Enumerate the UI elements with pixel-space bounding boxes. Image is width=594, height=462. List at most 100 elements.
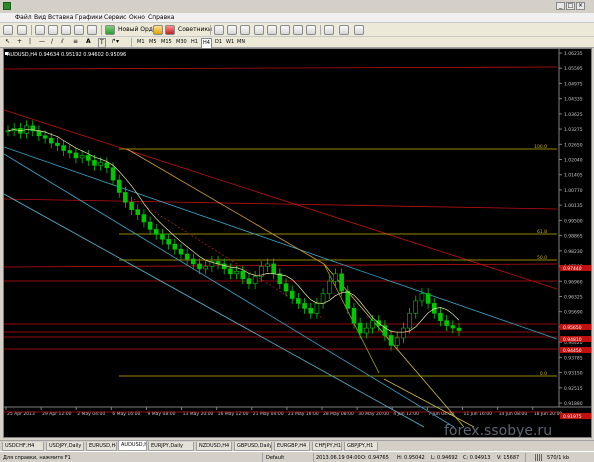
drawing-toolbar: ↖ + | — / ⫽ ≡ A T ↱▾ M1 M5 M15 M30 H1 H4… [0, 37, 594, 49]
price-label: 1.04335 [564, 97, 583, 103]
candle-body [308, 308, 314, 314]
indicators-icon[interactable] [324, 25, 334, 35]
candle-body [456, 327, 462, 331]
timeframe-mn[interactable]: MN [236, 38, 246, 47]
new-order-icon[interactable] [105, 25, 115, 35]
new-chart-icon[interactable] [3, 25, 13, 35]
status-profile[interactable]: Default [266, 454, 284, 462]
price-chart[interactable]: AUDUSD,H4 0.94634 0.95192 0.94602 0.9509… [3, 48, 592, 438]
cursor-icon[interactable]: ↖ [5, 37, 10, 47]
vertical-line-icon[interactable]: | [29, 37, 31, 47]
menu-insert[interactable]: Вставка [48, 14, 73, 22]
price-highlight-label: 0.97440 [563, 266, 582, 272]
price-label: 0.98230 [564, 249, 583, 255]
data-window-icon[interactable] [48, 25, 58, 35]
toolbar-separator [320, 25, 321, 35]
chart-header: AUDUSD,H4 0.94634 0.95192 0.94602 0.9509… [7, 52, 126, 58]
chart-tab-chfjpy-h1[interactable]: CHFJPY,H1 [312, 442, 342, 451]
crosshair-icon[interactable]: + [17, 37, 22, 47]
chart-shift-icon[interactable] [306, 25, 316, 35]
chart-tab-audusd-h4[interactable]: AUDUSD,H4 [118, 441, 147, 451]
chart-tab-usdjpy-daily[interactable]: USDJPY,Daily [46, 442, 84, 451]
zoom-out-icon[interactable] [267, 25, 277, 35]
blue-channel-line [4, 153, 455, 428]
candle-body [407, 312, 412, 329]
menu-view[interactable]: Вид [34, 14, 46, 22]
candle-body [191, 258, 196, 265]
navigator-icon[interactable] [61, 25, 71, 35]
price-highlight-label: 0.94810 [563, 337, 582, 343]
chart-canvas[interactable]: AUDUSD,H4 0.94634 0.95192 0.94602 0.9509… [4, 49, 592, 438]
menu-window[interactable]: Окно [129, 14, 145, 22]
candle-body [314, 303, 320, 314]
arrows-icon[interactable]: ↱▾ [111, 37, 119, 47]
menu-tools[interactable]: Сервис [104, 14, 126, 22]
trendline-icon[interactable]: / [51, 37, 53, 47]
market-watch-icon[interactable] [35, 25, 45, 35]
line-chart-icon[interactable] [240, 25, 250, 35]
app-icon [3, 2, 11, 10]
chart-tab-nzdusd-h4[interactable]: NZDUSD,H4 [196, 442, 232, 451]
expert-advisor-icon[interactable] [153, 25, 163, 35]
timeframe-d1[interactable]: D1 [214, 38, 223, 47]
timeframe-w1[interactable]: W1 [225, 38, 235, 47]
red-line [4, 66, 558, 70]
timeframe-m1[interactable]: M1 [136, 38, 146, 47]
price-label: 0.96960 [564, 279, 583, 285]
text-icon[interactable]: A [86, 37, 91, 47]
text-label-icon[interactable]: T [98, 38, 106, 48]
chart-header-marker [5, 52, 8, 55]
timeframe-m15[interactable]: M15 [160, 38, 173, 47]
analysis-lines [4, 66, 558, 428]
zoom-in-icon[interactable] [254, 25, 264, 35]
chart-tab-eurusd-h4[interactable]: EURUSD,H4 [86, 442, 117, 451]
candle-body [450, 325, 456, 329]
price-label: 0.98865 [564, 234, 583, 240]
channel-icon[interactable]: ⫽ [61, 37, 64, 47]
connection-icon [535, 454, 543, 461]
autotrading-icon[interactable] [165, 25, 175, 35]
close-button[interactable]: × [576, 2, 585, 10]
menu-charts[interactable]: Графики [75, 14, 103, 22]
fibonacci-icon[interactable]: ≡ [73, 37, 78, 47]
price-label: 1.00135 [564, 203, 583, 209]
autotrading-button[interactable]: Советники [178, 25, 212, 35]
status-datetime: 2013.06.19 04:00 [316, 455, 361, 461]
price-label: 1.04975 [564, 81, 583, 87]
toolbar-separator [101, 25, 102, 35]
candle-body [413, 300, 419, 314]
strategy-tester-icon[interactable] [87, 25, 97, 35]
timeframe-m30[interactable]: M30 [175, 38, 188, 47]
maximize-button[interactable]: □ [566, 2, 575, 10]
profiles-icon[interactable] [17, 25, 27, 35]
candle-body [240, 271, 246, 280]
candlestick-icon[interactable] [227, 25, 237, 35]
chart-tab-gbpusd-daily[interactable]: GBPUSD,Daily [234, 442, 272, 451]
chart-tab-eurjpy-daily[interactable]: EURJPY,Daily [148, 442, 194, 451]
menu-file[interactable]: Файл [15, 14, 32, 22]
blue-channel-line [4, 146, 558, 340]
candle-body [129, 201, 134, 210]
horizontal-line-icon[interactable]: — [39, 37, 45, 47]
tile-windows-icon[interactable] [280, 25, 290, 35]
templates-icon[interactable] [354, 25, 364, 35]
period-icon[interactable] [339, 25, 349, 35]
timeframe-m5[interactable]: M5 [148, 38, 158, 47]
price-label: 1.06235 [564, 51, 583, 57]
candle-body [116, 179, 122, 193]
chart-tab-gbpjpy-h1[interactable]: GBPJPY,H1 [344, 442, 378, 451]
candle-body [228, 268, 233, 275]
status-bar: Для справки, нажмите F1 Default 2013.06.… [0, 451, 594, 462]
chart-tab-eurgbp-h4[interactable]: EURGBP,H4 [274, 442, 310, 451]
candle-body [61, 145, 66, 151]
chart-tab-usdchf-h4[interactable]: USDCHF,H4 [2, 442, 44, 451]
terminal-icon[interactable] [74, 25, 84, 35]
timeframe-h1[interactable]: H1 [190, 38, 199, 47]
status-volume: V: 15687 [497, 455, 520, 461]
autoscroll-icon[interactable] [293, 25, 303, 35]
minimize-button[interactable]: _ [556, 2, 565, 10]
price-label: 0.93785 [564, 355, 583, 361]
bar-chart-icon[interactable] [214, 25, 224, 35]
menu-bar: Файл Вид Вставка Графики Сервис Окно Спр… [0, 13, 594, 23]
menu-help[interactable]: Справка [148, 14, 174, 22]
